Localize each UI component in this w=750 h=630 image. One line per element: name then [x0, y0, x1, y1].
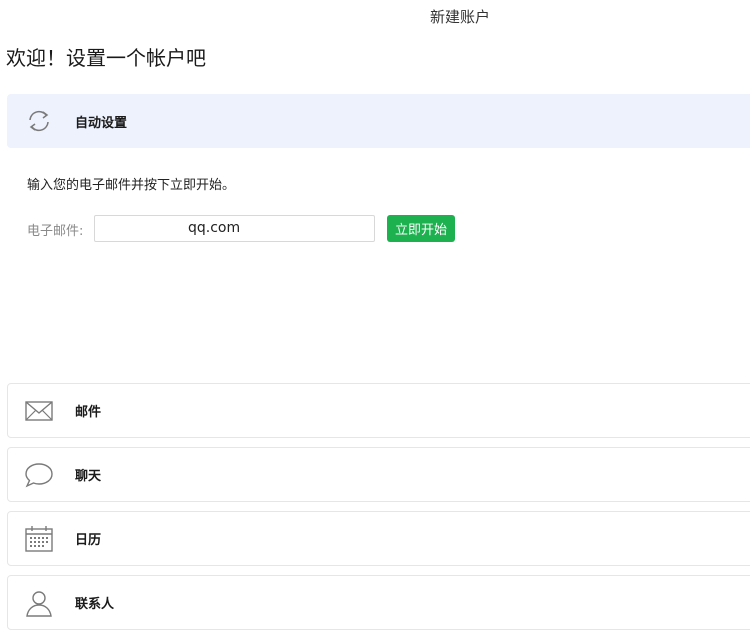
email-input[interactable]: qq.com — [94, 215, 375, 242]
setup-instruction: 输入您的电子邮件并按下立即开始。 — [27, 178, 236, 193]
email-label: 电子邮件: — [27, 224, 84, 239]
option-contacts[interactable]: 联系人 — [7, 575, 750, 630]
chat-icon — [24, 460, 54, 490]
option-chat[interactable]: 聊天 — [7, 447, 750, 502]
contact-icon — [24, 588, 54, 618]
option-chat-label: 聊天 — [75, 469, 102, 484]
option-mail-label: 邮件 — [75, 405, 102, 420]
calendar-icon — [24, 524, 54, 554]
mail-icon — [24, 396, 54, 426]
auto-setup-card[interactable]: 自动设置 — [7, 94, 750, 148]
option-mail[interactable]: 邮件 — [7, 383, 750, 438]
option-calendar[interactable]: 日历 — [7, 511, 750, 566]
auto-setup-label: 自动设置 — [75, 115, 128, 131]
option-contacts-label: 联系人 — [75, 597, 115, 612]
window-title: 新建账户 — [429, 8, 490, 26]
welcome-heading: 欢迎！设置一个帐户吧 — [6, 46, 206, 70]
refresh-icon — [24, 106, 54, 136]
option-calendar-label: 日历 — [75, 533, 102, 548]
start-now-button[interactable]: 立即开始 — [387, 215, 455, 242]
email-value: qq.com — [188, 220, 241, 236]
